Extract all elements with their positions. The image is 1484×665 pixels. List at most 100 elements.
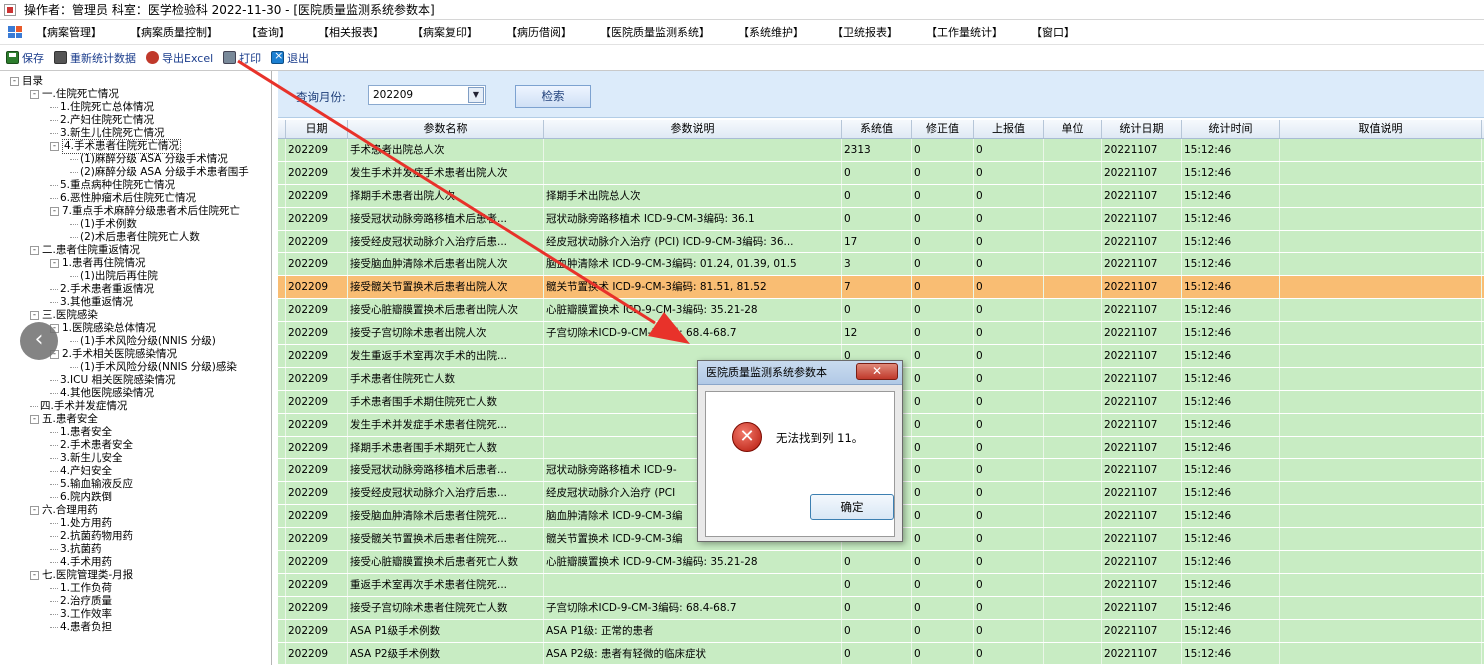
- table-cell[interactable]: 择期手术出院总人次: [544, 184, 842, 207]
- row-selector[interactable]: [278, 551, 286, 573]
- tree-node[interactable]: 2.手术患者重返情况: [0, 283, 271, 296]
- table-cell[interactable]: 0: [974, 139, 1044, 161]
- tree-node[interactable]: -7.重点手术麻醉分级患者术后住院死亡: [0, 205, 271, 218]
- tree-node[interactable]: 四.手术并发症情况: [0, 400, 271, 413]
- row-selector[interactable]: [278, 619, 286, 642]
- tree-node[interactable]: - 目录: [0, 75, 271, 88]
- table-cell[interactable]: 20221107: [1102, 207, 1182, 230]
- table-cell[interactable]: [1044, 390, 1102, 413]
- table-row[interactable]: 202209 接受髋关节置换术后患者出院人次 髋关节置换术 ICD-9-CM-3编码…: [278, 276, 1484, 300]
- tree-node[interactable]: 5.输血输液反应: [0, 478, 271, 491]
- table-cell[interactable]: 接受髋关节置换术后患者住院死...: [348, 528, 544, 551]
- table-cell[interactable]: 20221107: [1102, 619, 1182, 642]
- table-row[interactable]: 202209 发生手术并发症手术患者出院人次 0 0 0 20221107 15:12:46: [278, 161, 1484, 185]
- table-cell[interactable]: 0: [974, 436, 1044, 459]
- exit-button[interactable]: 退出: [271, 49, 309, 66]
- chevron-down-icon[interactable]: ▼: [468, 87, 484, 103]
- tree-node[interactable]: - 三.医院感染: [0, 309, 271, 322]
- table-cell[interactable]: [1280, 482, 1482, 505]
- table-cell[interactable]: 15:12:46: [1182, 299, 1280, 322]
- tree-node[interactable]: 3.新生儿安全: [0, 452, 271, 465]
- table-cell[interactable]: 0: [912, 345, 974, 367]
- table-cell[interactable]: 0: [974, 505, 1044, 528]
- table-cell[interactable]: 接受髋关节置换术后患者出院人次: [348, 276, 544, 299]
- table-cell[interactable]: 15:12:46: [1182, 596, 1280, 619]
- table-cell[interactable]: 0: [912, 551, 974, 573]
- search-button[interactable]: 检索: [515, 85, 591, 108]
- table-cell[interactable]: 0: [912, 482, 974, 505]
- table-cell[interactable]: 0: [912, 596, 974, 619]
- table-cell[interactable]: [1280, 276, 1482, 299]
- table-cell[interactable]: [1044, 619, 1102, 642]
- table-cell[interactable]: 0: [974, 413, 1044, 436]
- table-cell[interactable]: 20221107: [1102, 596, 1182, 619]
- table-cell[interactable]: [1280, 390, 1482, 413]
- table-row[interactable]: 202209 接受经皮冠状动脉介入治疗后患... 经皮冠状动脉介入治疗 (PCI) …: [278, 230, 1484, 254]
- table-cell[interactable]: 0: [974, 230, 1044, 253]
- row-selector[interactable]: [278, 413, 286, 436]
- table-cell[interactable]: [1280, 573, 1482, 596]
- table-cell[interactable]: 20221107: [1102, 642, 1182, 665]
- collapse-icon[interactable]: -: [50, 207, 59, 216]
- table-cell[interactable]: 接受子宫切除术患者出院人次: [348, 322, 544, 345]
- tree-node[interactable]: 2.产妇住院死亡情况: [0, 114, 271, 127]
- table-cell[interactable]: [1280, 139, 1482, 161]
- tree-node[interactable]: 4.产妇安全: [0, 465, 271, 478]
- column-header[interactable]: 单位: [1044, 120, 1102, 138]
- row-selector[interactable]: [278, 161, 286, 184]
- table-cell[interactable]: [1044, 345, 1102, 367]
- table-cell[interactable]: 15:12:46: [1182, 322, 1280, 345]
- table-row[interactable]: 202209 接受子宫切除术患者出院人次 子宫切除术ICD-9-CM-3编码: 68…: [278, 322, 1484, 346]
- table-cell[interactable]: 202209: [286, 551, 348, 573]
- table-cell[interactable]: [1044, 299, 1102, 322]
- table-cell[interactable]: [1280, 322, 1482, 345]
- table-cell[interactable]: 接受子宫切除术患者住院死亡人数: [348, 596, 544, 619]
- table-cell[interactable]: 接受心脏瓣膜置换术后患者出院人次: [348, 299, 544, 322]
- row-selector[interactable]: [278, 573, 286, 596]
- column-header[interactable]: 上报值: [974, 120, 1044, 138]
- tree-node[interactable]: - 五.患者安全: [0, 413, 271, 426]
- table-cell[interactable]: 0: [912, 207, 974, 230]
- collapse-icon[interactable]: -: [30, 311, 39, 320]
- table-row[interactable]: 202209 手术患者出院总人次 2313 0 0 20221107 15:12:46: [278, 139, 1484, 162]
- table-cell[interactable]: 15:12:46: [1182, 573, 1280, 596]
- tree-node[interactable]: - 二.患者住院重返情况: [0, 244, 271, 257]
- menu-medical-records[interactable]: 【病案管理】: [36, 24, 102, 40]
- table-cell[interactable]: 0: [912, 139, 974, 161]
- tree-node[interactable]: (1)手术风险分级(NNIS 分级)感染: [0, 361, 271, 374]
- table-cell[interactable]: [1280, 459, 1482, 482]
- tree-node[interactable]: (1)手术例数: [0, 218, 271, 231]
- table-cell[interactable]: 3: [842, 253, 912, 276]
- table-cell[interactable]: 202209: [286, 528, 348, 551]
- table-cell[interactable]: 0: [974, 161, 1044, 184]
- table-cell[interactable]: 202209: [286, 573, 348, 596]
- table-cell[interactable]: [1280, 367, 1482, 390]
- table-cell[interactable]: 接受心脏瓣膜置换术后患者死亡人数: [348, 551, 544, 573]
- table-cell[interactable]: 接受脑血肿清除术后患者出院人次: [348, 253, 544, 276]
- table-cell[interactable]: [1280, 230, 1482, 253]
- tree-node[interactable]: 3.ICU 相关医院感染情况: [0, 374, 271, 387]
- table-row[interactable]: 202209 ASA P1级手术例数 ASA P1级: 正常的患者 0 0 0 202211…: [278, 619, 1484, 643]
- table-cell[interactable]: [1044, 253, 1102, 276]
- row-selector[interactable]: [278, 596, 286, 619]
- table-cell[interactable]: 20221107: [1102, 161, 1182, 184]
- menu-reports[interactable]: 【相关报表】: [318, 24, 384, 40]
- collapse-icon[interactable]: -: [50, 259, 59, 268]
- table-cell[interactable]: 20221107: [1102, 230, 1182, 253]
- table-cell[interactable]: 0: [974, 207, 1044, 230]
- tree-node[interactable]: 2.抗菌药物用药: [0, 530, 271, 543]
- tree-node[interactable]: 3.工作效率: [0, 608, 271, 621]
- table-cell[interactable]: 0: [974, 345, 1044, 367]
- window-menu-icon[interactable]: [8, 26, 22, 38]
- table-cell[interactable]: 15:12:46: [1182, 139, 1280, 161]
- tree-node[interactable]: 3.其他重返情况: [0, 296, 271, 309]
- row-selector[interactable]: [278, 459, 286, 482]
- table-cell[interactable]: 2313: [842, 139, 912, 161]
- tree-node[interactable]: 6.院内跌倒: [0, 491, 271, 504]
- table-cell[interactable]: 0: [842, 207, 912, 230]
- row-selector[interactable]: [278, 139, 286, 161]
- tree-node[interactable]: - 六.合理用药: [0, 504, 271, 517]
- table-cell[interactable]: [1280, 413, 1482, 436]
- table-cell[interactable]: ASA P1级手术例数: [348, 619, 544, 642]
- table-cell[interactable]: 15:12:46: [1182, 230, 1280, 253]
